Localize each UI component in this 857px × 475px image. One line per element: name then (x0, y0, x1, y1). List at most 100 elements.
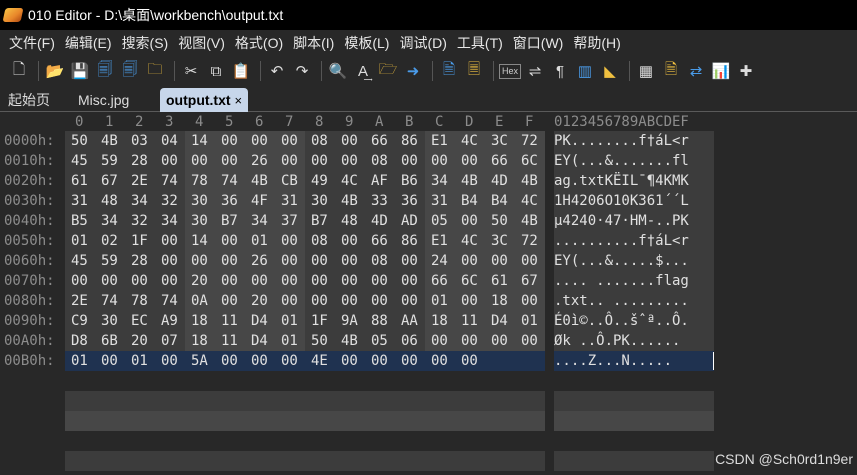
hex-byte[interactable]: 4F (251, 191, 268, 211)
hex-byte[interactable]: 00 (101, 271, 118, 291)
hex-byte[interactable]: B6 (401, 171, 418, 191)
hex-byte[interactable]: 20 (251, 291, 268, 311)
hex-byte[interactable]: 02 (101, 231, 118, 251)
hex-byte[interactable]: 00 (221, 151, 238, 171)
hex-byte[interactable]: 4B (521, 171, 538, 191)
histogram-icon[interactable]: 📊 (710, 60, 732, 82)
new-file-icon[interactable]: 🗋 (8, 60, 30, 82)
tab-output-txt[interactable]: output.txt × (160, 88, 249, 112)
hex-byte[interactable]: 00 (401, 271, 418, 291)
menu-item[interactable]: 工具(T) (452, 33, 508, 53)
hex-byte[interactable]: 72 (521, 231, 538, 251)
hex-byte[interactable]: 18 (191, 331, 208, 351)
hex-byte[interactable]: 00 (341, 151, 358, 171)
hex-byte[interactable]: 01 (251, 231, 268, 251)
menu-item[interactable]: 视图(V) (173, 33, 230, 53)
ascii-text[interactable]: .txt.. ......... (554, 291, 689, 311)
hex-byte[interactable]: 00 (341, 351, 358, 371)
hex-byte[interactable]: 67 (101, 171, 118, 191)
hex-byte[interactable]: 00 (161, 151, 178, 171)
hex-byte[interactable]: 20 (131, 331, 148, 351)
menu-item[interactable]: 调试(D) (394, 33, 451, 53)
hex-byte[interactable]: 66 (371, 131, 388, 151)
tools-icon[interactable]: ✚ (735, 60, 757, 82)
hex-byte[interactable]: B7 (311, 211, 328, 231)
hex-byte[interactable]: 5A (191, 351, 208, 371)
save-icon[interactable]: 💾 (69, 60, 91, 82)
hex-byte[interactable]: 00 (281, 291, 298, 311)
hex-byte[interactable]: 72 (521, 131, 538, 151)
hex-byte[interactable]: 00 (371, 291, 388, 311)
replace-icon[interactable]: A͢ (352, 60, 374, 82)
hex-byte[interactable]: 3C (491, 131, 508, 151)
hex-byte[interactable]: 00 (281, 351, 298, 371)
menu-item[interactable]: 模板(L) (339, 33, 394, 53)
hex-byte[interactable]: AD (401, 211, 418, 231)
hex-byte[interactable]: EC (131, 311, 148, 331)
hex-byte[interactable]: 00 (461, 351, 478, 371)
ascii-text[interactable]: ag.txtKËIL¯¶4KMK (554, 171, 689, 191)
hex-byte[interactable]: 28 (131, 151, 148, 171)
cut-icon[interactable]: ✂ (180, 60, 202, 82)
hex-byte[interactable]: 30 (191, 211, 208, 231)
hex-byte[interactable]: 11 (221, 331, 238, 351)
hex-byte[interactable]: 00 (341, 251, 358, 271)
compare-icon[interactable]: ⇄ (685, 60, 707, 82)
close-file-icon[interactable]: 🗀 (144, 60, 166, 82)
hex-byte[interactable]: 50 (491, 211, 508, 231)
hex-byte[interactable]: 26 (251, 251, 268, 271)
hex-byte[interactable]: 00 (341, 231, 358, 251)
hex-byte[interactable]: 04 (161, 131, 178, 151)
hex-byte[interactable]: 00 (191, 251, 208, 271)
hex-byte[interactable]: 4C (461, 131, 478, 151)
hex-byte[interactable]: 00 (251, 131, 268, 151)
hex-byte[interactable]: 50 (71, 131, 88, 151)
hex-byte[interactable]: 34 (101, 211, 118, 231)
hex-byte[interactable]: 00 (311, 251, 328, 271)
hex-byte[interactable]: 6B (101, 331, 118, 351)
ascii-text[interactable]: EY(...&.....$... (554, 251, 689, 271)
hex-byte[interactable]: AA (401, 311, 418, 331)
hex-byte[interactable]: 00 (101, 351, 118, 371)
hex-byte[interactable]: 01 (521, 311, 538, 331)
tab-misc-jpg[interactable]: Misc.jpg (72, 88, 135, 112)
hex-byte[interactable]: 07 (161, 331, 178, 351)
hex-byte[interactable]: 00 (461, 331, 478, 351)
hex-byte[interactable]: 74 (221, 171, 238, 191)
hex-byte[interactable]: 66 (371, 231, 388, 251)
ascii-text[interactable]: 1H4206O10K361´´L (554, 191, 689, 211)
menu-item[interactable]: 文件(F) (4, 33, 60, 53)
hex-byte[interactable]: 14 (191, 231, 208, 251)
hex-byte[interactable]: B5 (71, 211, 88, 231)
menu-item[interactable]: 窗口(W) (508, 33, 569, 53)
hex-byte[interactable]: 4D (371, 211, 388, 231)
save-as-icon[interactable]: 🗐 (94, 60, 116, 82)
hex-byte[interactable]: 67 (521, 271, 538, 291)
hex-byte[interactable]: 45 (71, 251, 88, 271)
hex-byte[interactable]: 00 (221, 351, 238, 371)
hex-byte[interactable]: 00 (281, 131, 298, 151)
menu-item[interactable]: 格式(O) (230, 33, 288, 53)
hex-byte[interactable]: 32 (131, 211, 148, 231)
hex-byte[interactable]: 6C (461, 271, 478, 291)
calculator-icon[interactable]: ▦ (635, 60, 657, 82)
hex-byte[interactable]: 45 (71, 151, 88, 171)
hex-byte[interactable]: 00 (521, 251, 538, 271)
tab-start-page[interactable]: 起始页 (2, 88, 56, 112)
ascii-text[interactable]: ....Z...N..... (554, 351, 672, 371)
hex-byte[interactable]: 30 (191, 191, 208, 211)
hex-byte[interactable]: 00 (521, 331, 538, 351)
ascii-text[interactable]: µ4240·47·HM-..PK (554, 211, 689, 231)
hex-byte[interactable]: 01 (281, 331, 298, 351)
hex-byte[interactable]: CB (281, 171, 298, 191)
hex-byte[interactable]: 30 (311, 191, 328, 211)
menu-item[interactable]: 搜索(S) (117, 33, 174, 53)
hex-byte[interactable]: C9 (71, 311, 88, 331)
hex-byte[interactable]: 01 (131, 351, 148, 371)
hex-byte[interactable]: 32 (161, 191, 178, 211)
hex-byte[interactable]: 00 (461, 151, 478, 171)
hex-byte[interactable]: 00 (221, 291, 238, 311)
hex-byte[interactable]: 26 (251, 151, 268, 171)
hex-byte[interactable]: 00 (161, 251, 178, 271)
hex-byte[interactable]: 08 (371, 251, 388, 271)
